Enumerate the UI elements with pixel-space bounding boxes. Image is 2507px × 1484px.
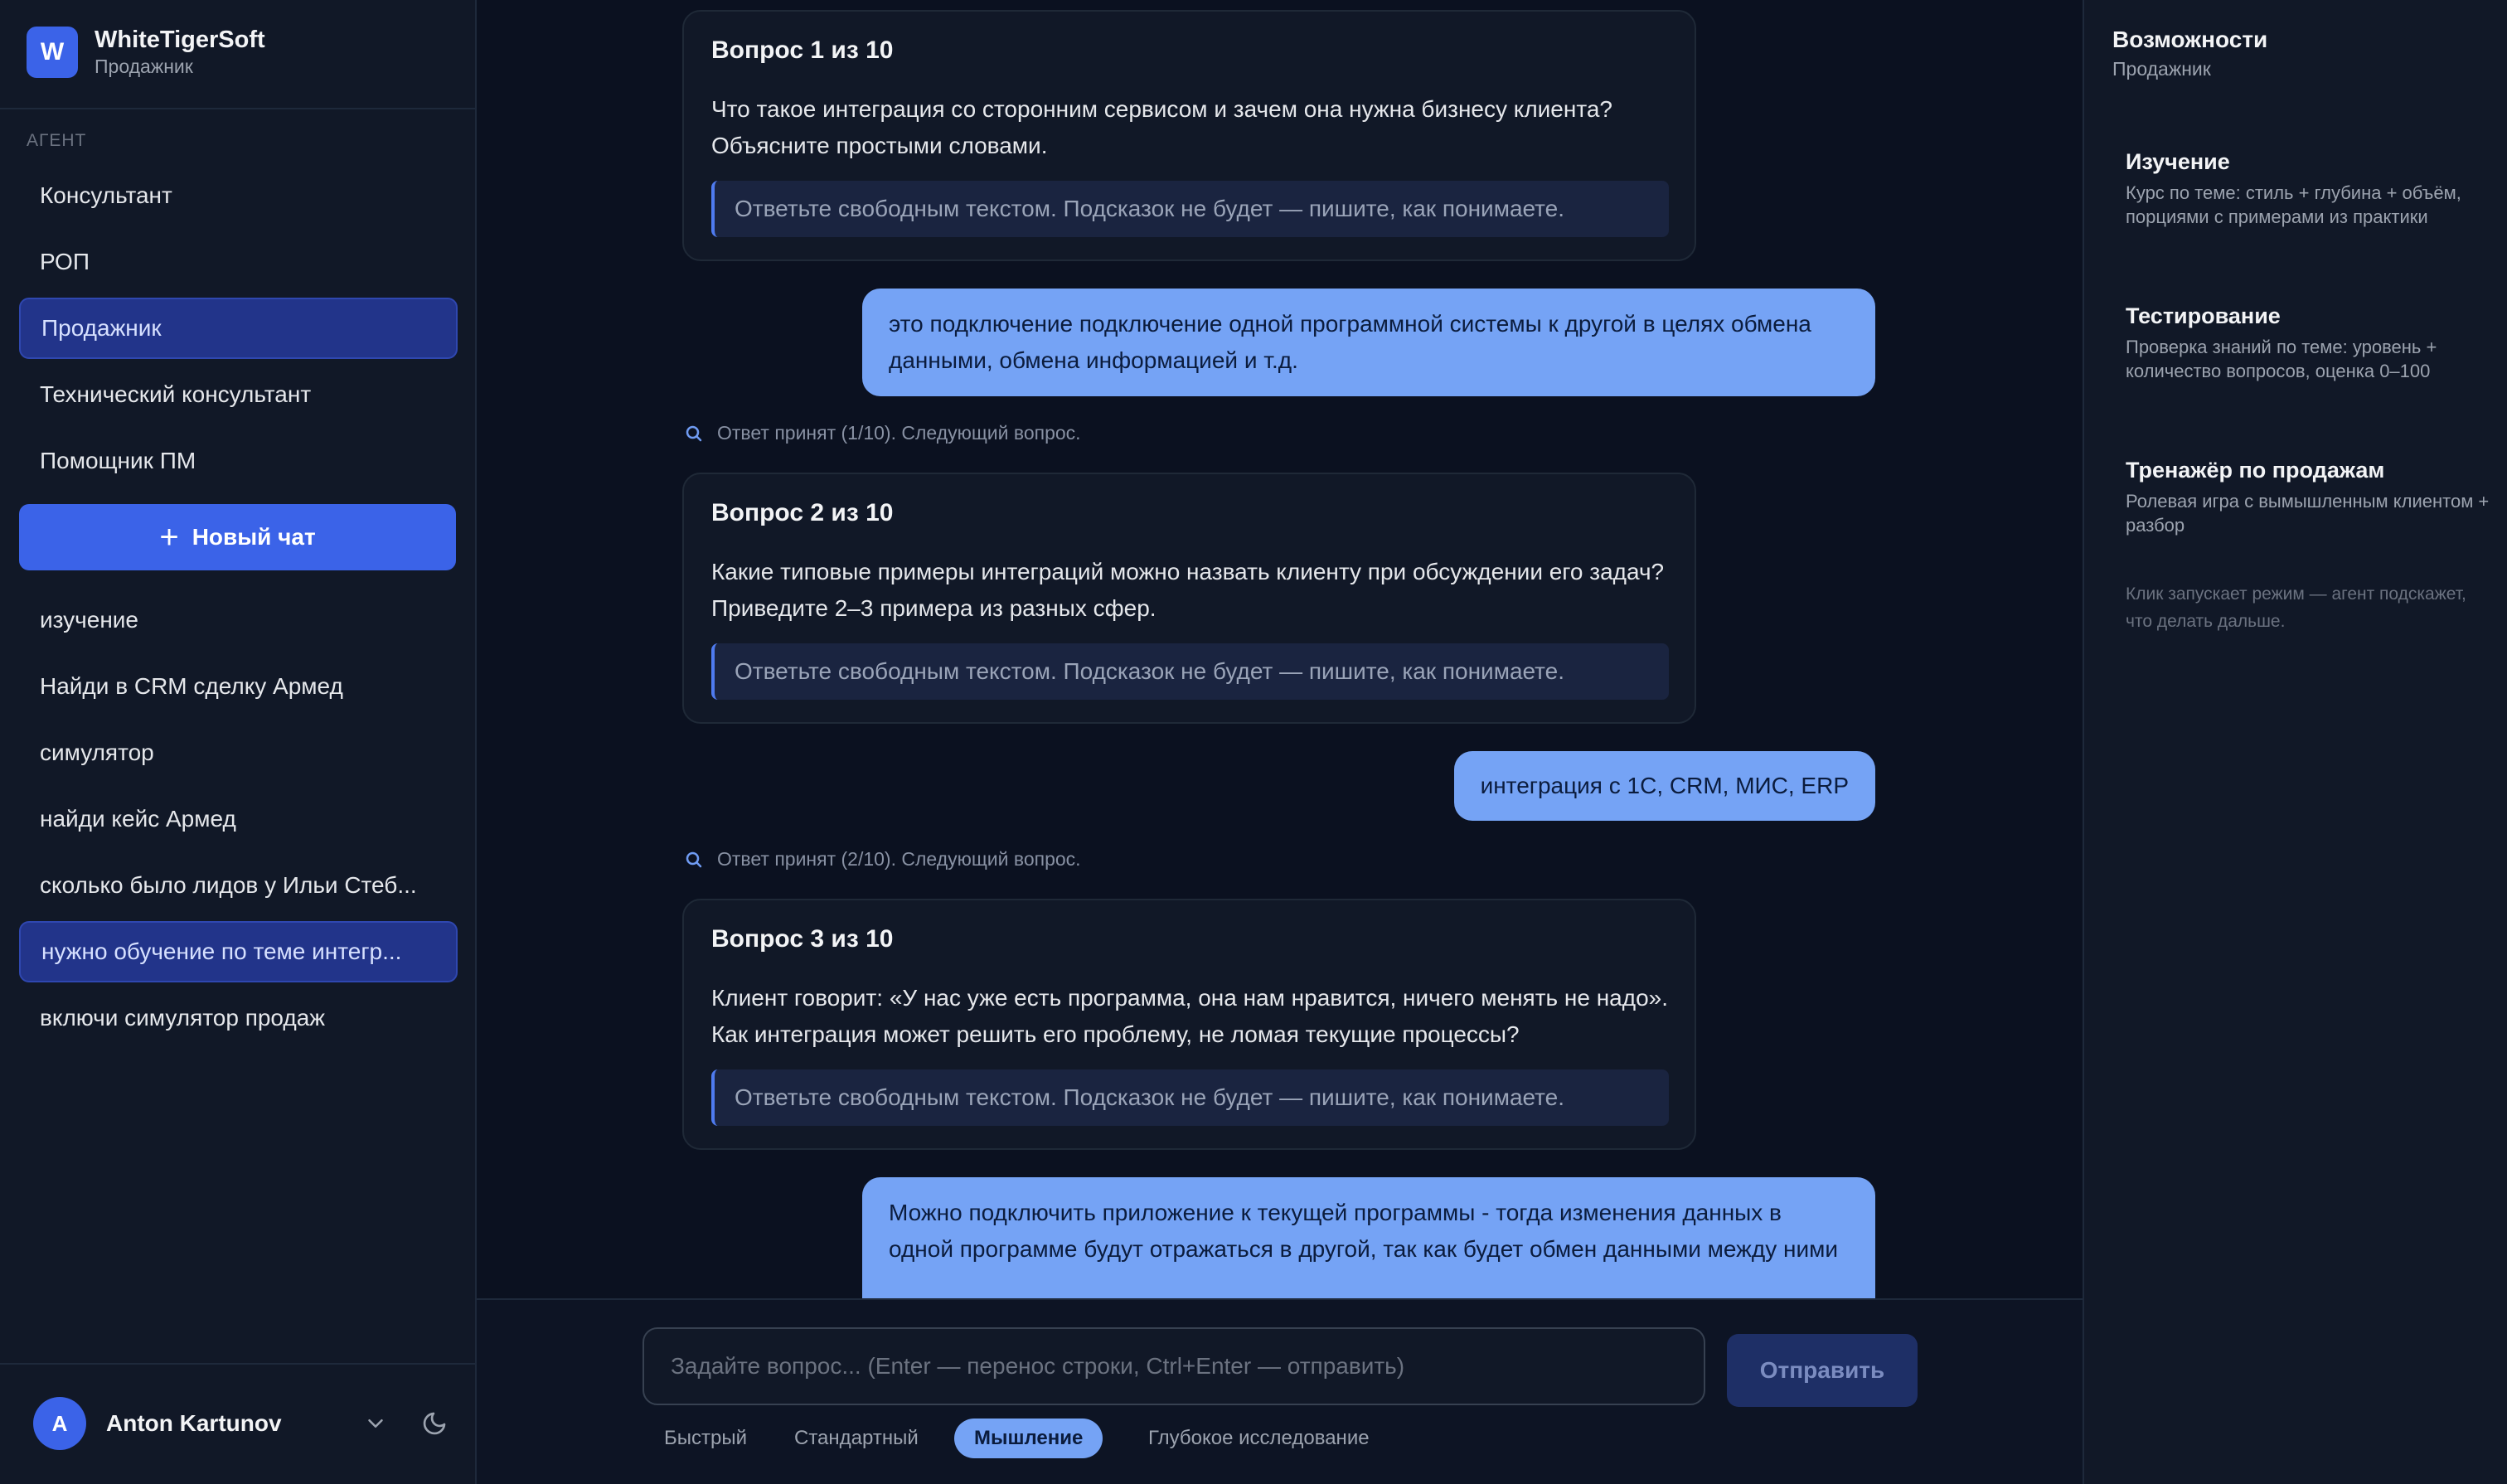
moon-icon[interactable] — [421, 1410, 448, 1437]
panel-subtitle: Продажник — [2112, 58, 2211, 80]
divider — [0, 108, 475, 109]
user-name: Anton Kartunov — [106, 1410, 282, 1436]
user-message: Можно подключить приложение к текущей пр… — [862, 1177, 1875, 1298]
new-chat-label: Новый чат — [192, 524, 316, 550]
question-hint: Ответьте свободным текстом. Подсказок не… — [711, 643, 1669, 700]
mode-deep-research[interactable]: Глубокое исследование — [1128, 1419, 1389, 1458]
question-text: Что такое интеграция со сторонним сервис… — [711, 96, 1612, 158]
brand-subtitle: Продажник — [95, 56, 193, 77]
agent-item-tech-consultant[interactable]: Технический консультант — [19, 364, 458, 425]
question-text: Какие типовые примеры интеграций можно н… — [711, 559, 1665, 621]
feature-testing[interactable]: Тестирование Проверка знаний по теме: ур… — [2126, 302, 2490, 383]
user-menu[interactable]: A Anton Kartunov — [33, 1395, 448, 1452]
feature-title: Тестирование — [2126, 303, 2281, 328]
section-label-agent: АГЕНТ — [27, 131, 87, 150]
status-text: Ответ принят (1/10). Следующий вопрос. — [717, 422, 1081, 444]
feature-learning[interactable]: Изучение Курс по теме: стиль + глубина +… — [2126, 148, 2490, 229]
question-card: Вопрос 2 из 10 Какие типовые примеры инт… — [682, 473, 1696, 724]
agent-item-consultant[interactable]: Консультант — [19, 165, 458, 226]
agent-item-label: Консультант — [40, 182, 172, 208]
brand-logo: W — [27, 27, 78, 78]
mode-standard[interactable]: Стандартный — [774, 1419, 938, 1458]
avatar: A — [33, 1397, 86, 1450]
chat-item-label: нужно обучение по теме интегр... — [41, 938, 402, 964]
chat-item[interactable]: сколько было лидов у Ильи Стеб... — [19, 855, 458, 916]
chat-item[interactable]: включи симулятор продаж — [19, 987, 458, 1049]
feature-title: Изучение — [2126, 149, 2230, 174]
message-input[interactable]: Задайте вопрос... (Enter — перенос строк… — [643, 1327, 1705, 1405]
status-text: Ответ принят (2/10). Следующий вопрос. — [717, 848, 1081, 870]
status-line: Ответ принят (2/10). Следующий вопрос. — [684, 848, 1081, 871]
mode-thinking[interactable]: Мышление — [954, 1419, 1103, 1458]
mode-fast[interactable]: Быстрый — [644, 1419, 767, 1458]
divider — [0, 1363, 475, 1365]
chat-item[interactable]: Найди в CRM сделку Армед — [19, 656, 458, 717]
plus-icon: + — [159, 519, 179, 555]
question-title: Вопрос 3 из 10 — [711, 925, 894, 953]
feature-desc: Ролевая игра с вымышленным клиентом + ра… — [2126, 491, 2490, 536]
chat-item-label: найди кейс Армед — [40, 806, 236, 832]
send-button[interactable]: Отправить — [1727, 1334, 1918, 1407]
chat-item-label: симулятор — [40, 740, 154, 765]
chat-item-label: сколько было лидов у Ильи Стеб... — [40, 872, 417, 898]
question-card: Вопрос 3 из 10 Клиент говорит: «У нас уж… — [682, 899, 1696, 1150]
agent-item-label: Продажник — [41, 315, 162, 341]
user-message: это подключение подключение одной програ… — [862, 289, 1875, 396]
user-message: интеграция с 1С, CRM, МИС, ERP — [1453, 751, 1875, 821]
question-title: Вопрос 2 из 10 — [711, 499, 894, 526]
question-title: Вопрос 1 из 10 — [711, 36, 894, 64]
status-line: Ответ принят (1/10). Следующий вопрос. — [684, 422, 1081, 444]
agent-item-label: РОП — [40, 249, 90, 274]
chat-item-active[interactable]: нужно обучение по теме интегр... — [19, 921, 458, 982]
question-text: Клиент говорит: «У нас уже есть программ… — [711, 985, 1669, 1047]
chat-item[interactable]: найди кейс Армед — [19, 788, 458, 850]
search-icon — [686, 425, 702, 441]
panel-title: Возможности — [2112, 27, 2268, 52]
feature-desc: Курс по теме: стиль + глубина + объём, п… — [2126, 182, 2461, 227]
question-hint: Ответьте свободным текстом. Подсказок не… — [711, 181, 1669, 237]
agent-item-pm-assistant[interactable]: Помощник ПМ — [19, 430, 458, 492]
capabilities-panel: Возможности Продажник Изучение Курс по т… — [2083, 0, 2507, 1484]
new-chat-button[interactable]: + Новый чат — [19, 504, 456, 570]
brand-name: WhiteTigerSoft — [95, 27, 265, 53]
chevron-down-icon[interactable] — [363, 1411, 388, 1436]
chat-item[interactable]: симулятор — [19, 722, 458, 783]
agent-item-label: Помощник ПМ — [40, 448, 196, 473]
chat-item[interactable]: изучение — [19, 589, 458, 651]
chat-item-label: включи симулятор продаж — [40, 1005, 326, 1031]
feature-sales-trainer[interactable]: Тренажёр по продажам Ролевая игра с вымы… — [2126, 456, 2490, 537]
question-hint: Ответьте свободным текстом. Подсказок не… — [711, 1069, 1669, 1126]
chat-area: Вопрос 1 из 10 Что такое интеграция со с… — [477, 0, 2083, 1484]
chat-item-label: Найди в CRM сделку Армед — [40, 673, 343, 699]
question-card: Вопрос 1 из 10 Что такое интеграция со с… — [682, 10, 1696, 261]
sidebar: W WhiteTigerSoft Продажник АГЕНТ Консуль… — [0, 0, 477, 1484]
agent-item-rop[interactable]: РОП — [19, 231, 458, 293]
agent-item-label: Технический консультант — [40, 381, 312, 407]
search-icon — [686, 851, 702, 867]
panel-note: Клик запускает режим — агент подскажет, … — [2126, 584, 2466, 631]
feature-desc: Проверка знаний по теме: уровень + колич… — [2126, 337, 2437, 381]
feature-title: Тренажёр по продажам — [2126, 458, 2385, 483]
chat-item-label: изучение — [40, 607, 138, 633]
brand: W WhiteTigerSoft Продажник — [27, 25, 265, 80]
agent-item-seller[interactable]: Продажник — [19, 298, 458, 359]
